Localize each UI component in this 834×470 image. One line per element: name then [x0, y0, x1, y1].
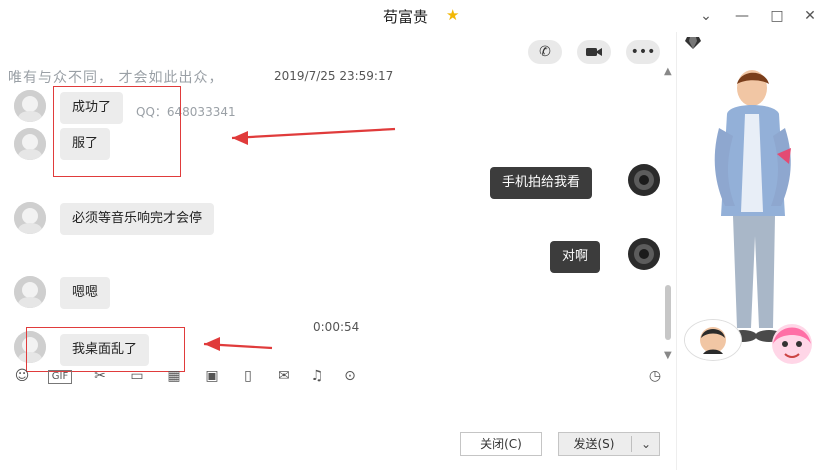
- message-bubble-left[interactable]: 服了: [60, 128, 111, 160]
- title-bar: 苟富贵 ★ ⌄ — □ ✕: [0, 0, 834, 32]
- more-icon[interactable]: ⊙: [340, 366, 360, 386]
- scroll-down-icon[interactable]: ▼: [664, 350, 674, 361]
- message-bubble-right[interactable]: 手机拍给我看: [490, 167, 593, 199]
- scroll-up-icon[interactable]: ▲: [664, 66, 674, 77]
- scrollbar-thumb[interactable]: [665, 285, 671, 340]
- gif-label: GIF: [51, 371, 69, 382]
- send-button-separator: [631, 436, 632, 452]
- send-button-label: 发送(S): [573, 437, 615, 451]
- close-icon[interactable]: ✕: [800, 6, 820, 26]
- gif-icon[interactable]: GIF: [48, 370, 72, 384]
- call-duration: 0:00:54: [313, 320, 360, 334]
- avatar[interactable]: [14, 331, 46, 363]
- avatar-illustration: [677, 32, 834, 470]
- message-toolbar: ☺ GIF ✂ ▭ ▦ ▣ ▯ ✉ ♫ ⊙ ◷: [0, 366, 676, 390]
- message-bubble-left[interactable]: 嗯嗯: [60, 277, 111, 309]
- avatar-image: [14, 128, 46, 160]
- message-bubble-left[interactable]: 必须等音乐响完才会停: [60, 203, 215, 235]
- avatar[interactable]: [14, 128, 46, 160]
- avatar[interactable]: [628, 164, 660, 196]
- avatar-image: [628, 238, 660, 270]
- maximize-icon[interactable]: □: [767, 6, 787, 26]
- message-bubble-left[interactable]: 我桌面乱了: [60, 334, 150, 366]
- avatar[interactable]: [628, 238, 660, 270]
- avatar-image: [14, 90, 46, 122]
- message-input-area[interactable]: [0, 390, 676, 470]
- more-options-button[interactable]: •••: [626, 40, 660, 64]
- document-icon[interactable]: ▦: [164, 366, 184, 386]
- signature-qq: QQ：648033341: [136, 105, 236, 119]
- right-panel: [677, 32, 834, 470]
- message-timestamp: 2019/7/25 23:59:17: [274, 69, 394, 83]
- diamond-icon[interactable]: [684, 36, 702, 50]
- avatar-image: [14, 276, 46, 308]
- phone-icon: ✆: [539, 44, 551, 60]
- vip-star-icon: ★: [446, 6, 460, 24]
- avatar[interactable]: [14, 90, 46, 122]
- chevron-down-icon[interactable]: ⌄: [696, 6, 716, 26]
- send-button[interactable]: 发送(S) ⌄: [558, 432, 660, 456]
- minimize-icon[interactable]: —: [732, 6, 752, 26]
- chat-window: 苟富贵 ★ ⌄ — □ ✕ ✆ ••• 唯有与众不同， 才会如此出众， 2019…: [0, 0, 834, 470]
- message-bubble-right[interactable]: 对啊: [550, 241, 601, 273]
- phone-call-button[interactable]: ✆: [528, 40, 562, 64]
- mini-avatar-button[interactable]: [684, 319, 742, 361]
- avatar-image: [628, 164, 660, 196]
- music-icon[interactable]: ♫: [307, 366, 327, 386]
- video-icon: [586, 48, 602, 56]
- red-envelope-icon[interactable]: ✉: [274, 366, 294, 386]
- avatar[interactable]: [14, 276, 46, 308]
- avatar[interactable]: [14, 202, 46, 234]
- avatar-image: [14, 331, 46, 363]
- emoji-icon[interactable]: ☺: [12, 366, 32, 386]
- message-bubble-left[interactable]: 成功了: [60, 92, 124, 124]
- avatar-image: [14, 202, 46, 234]
- folder-icon[interactable]: ▭: [127, 366, 147, 386]
- scissors-icon[interactable]: ✂: [90, 366, 110, 386]
- close-button[interactable]: 关闭(C): [460, 432, 542, 456]
- clock-icon[interactable]: ◷: [645, 366, 665, 386]
- send-dropdown-chevron-icon[interactable]: ⌄: [635, 433, 657, 455]
- signature-text: 唯有与众不同， 才会如此出众，: [8, 70, 224, 86]
- mini-avatar-image: [685, 320, 741, 360]
- video-call-button[interactable]: [577, 40, 611, 64]
- more-icon: •••: [630, 44, 656, 60]
- window-title: 苟富贵: [383, 8, 429, 26]
- image-icon[interactable]: ▣: [202, 366, 222, 386]
- screen-capture-icon[interactable]: ▯: [238, 366, 258, 386]
